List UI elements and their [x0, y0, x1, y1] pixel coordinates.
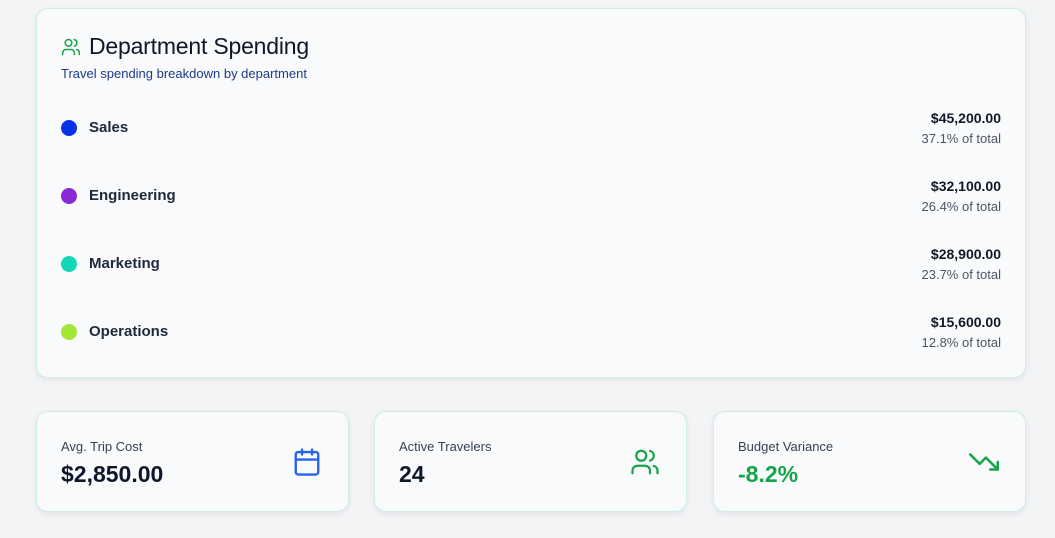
department-percent: 26.4% of total	[921, 199, 1002, 214]
department-label: Sales	[61, 119, 128, 136]
color-dot	[61, 187, 77, 204]
department-label: Engineering	[61, 187, 176, 204]
department-name: Engineering	[89, 187, 176, 204]
calendar-icon	[294, 448, 320, 476]
avg-trip-cost-card: Avg. Trip Cost $2,850.00	[36, 411, 349, 512]
department-spending-card: Department Spending Travel spending brea…	[36, 8, 1026, 378]
card-subtitle: Travel spending breakdown by department	[61, 66, 307, 81]
department-row-engineering: Engineering $32,100.00 26.4% of total	[61, 176, 1001, 244]
department-amount: $32,100.00	[930, 178, 1001, 194]
active-travelers-card: Active Travelers 24	[374, 411, 687, 512]
color-dot	[61, 323, 77, 340]
stat-value: $2,850.00	[61, 461, 164, 487]
users-icon	[61, 38, 81, 55]
department-label: Marketing	[61, 255, 160, 272]
department-name: Marketing	[89, 255, 160, 272]
users-icon	[631, 449, 659, 475]
department-row-sales: Sales $45,200.00 37.1% of total	[61, 108, 1001, 176]
stat-label: Active Travelers	[399, 439, 492, 454]
card-title: Department Spending	[89, 33, 309, 59]
department-values: $45,200.00 37.1% of total	[922, 108, 1002, 150]
stat-label: Budget Variance	[738, 439, 834, 454]
card-header: Department Spending	[61, 33, 309, 60]
color-dot	[61, 255, 77, 272]
stat-label: Avg. Trip Cost	[61, 439, 143, 454]
stat-value: -8.2%	[738, 461, 799, 487]
department-values: $32,100.00 26.4% of total	[922, 176, 1002, 218]
department-name: Operations	[89, 323, 169, 340]
stat-value: 24	[399, 461, 425, 487]
department-amount: $28,900.00	[930, 246, 1001, 262]
department-percent: 23.7% of total	[921, 267, 1002, 282]
department-values: $28,900.00 23.7% of total	[922, 244, 1002, 286]
page: Department Spending Travel spending brea…	[0, 0, 1055, 538]
department-amount: $15,600.00	[930, 314, 1001, 330]
department-name: Sales	[89, 119, 129, 136]
department-percent: 12.8% of total	[921, 335, 1002, 350]
trending-down-icon	[969, 453, 999, 471]
department-row-operations: Operations $15,600.00 12.8% of total	[61, 312, 1001, 380]
department-values: $15,600.00 12.8% of total	[922, 312, 1002, 354]
department-label: Operations	[61, 323, 168, 340]
department-list: Sales $45,200.00 37.1% of total Engineer…	[61, 108, 1001, 380]
department-amount: $45,200.00	[930, 110, 1001, 126]
color-dot	[61, 119, 77, 136]
budget-variance-card: Budget Variance -8.2%	[713, 411, 1026, 512]
department-percent: 37.1% of total	[921, 131, 1002, 146]
department-row-marketing: Marketing $28,900.00 23.7% of total	[61, 244, 1001, 312]
